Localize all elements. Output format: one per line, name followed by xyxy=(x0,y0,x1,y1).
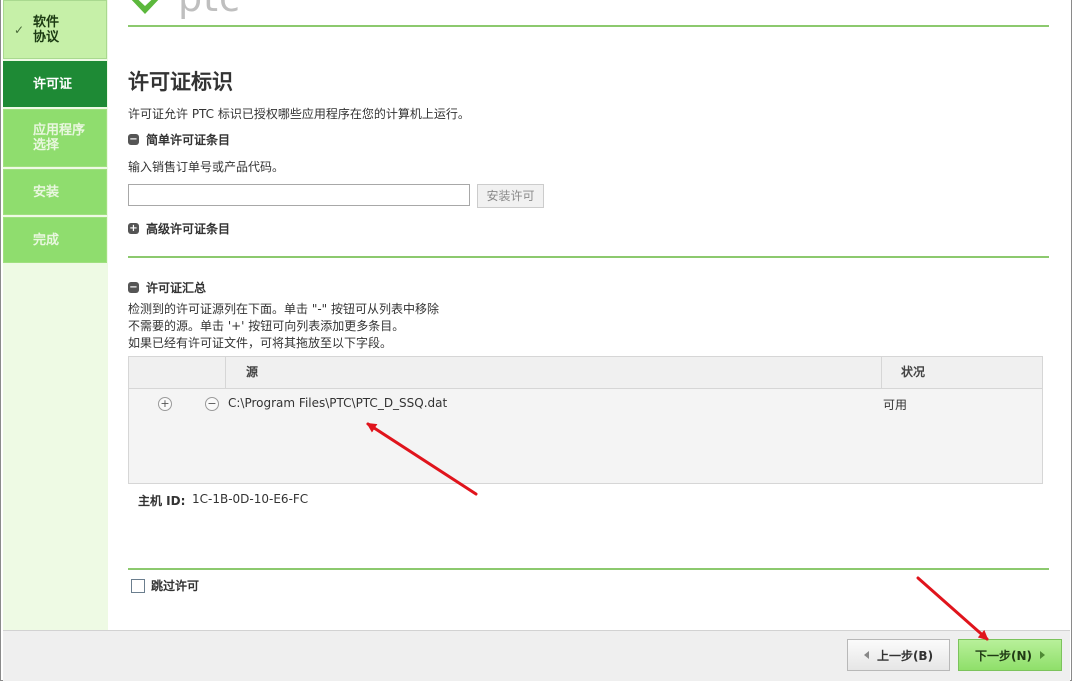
step-license-agreement[interactable]: ✓ 软件 协议 xyxy=(3,0,107,59)
section-title: 高级许可证条目 xyxy=(146,222,231,236)
column-divider xyxy=(225,357,226,388)
step-label: 安装 xyxy=(33,184,60,200)
collapse-icon: − xyxy=(128,134,139,145)
table-header: 源 状况 xyxy=(129,357,1042,389)
divider xyxy=(128,256,1049,258)
license-summary-section-toggle[interactable]: − 许可证汇总 xyxy=(128,279,206,296)
step-label: 完成 xyxy=(33,232,60,248)
chevron-left-icon xyxy=(863,651,869,659)
summary-line-3: 如果已经有许可证文件，可将其拖放至以下字段。 xyxy=(128,336,393,350)
back-button[interactable]: 上一步(B) xyxy=(847,639,950,671)
simple-license-hint: 输入销售订单号或产品代码。 xyxy=(128,160,285,174)
advanced-license-section-toggle[interactable]: + 高级许可证条目 xyxy=(128,220,230,237)
add-source-icon[interactable]: + xyxy=(158,397,172,411)
column-divider xyxy=(881,357,882,388)
divider xyxy=(128,25,1049,27)
skip-license-label[interactable]: 跳过许可 xyxy=(151,577,199,594)
host-id-label: 主机 ID: xyxy=(138,494,186,508)
source-status: 可用 xyxy=(883,398,908,412)
section-title: 简单许可证条目 xyxy=(146,133,231,147)
simple-license-section-toggle[interactable]: − 简单许可证条目 xyxy=(128,131,230,148)
step-label: 许可证 xyxy=(33,76,73,92)
expand-icon: + xyxy=(128,223,139,234)
summary-line-1: 检测到的许可证源列在下面。单击 "-" 按钮可从列表中移除 xyxy=(128,302,440,316)
check-icon: ✓ xyxy=(14,23,25,37)
summary-line-2: 不需要的源。单击 '+' 按钮可向列表添加更多条目。 xyxy=(128,319,405,333)
column-header-source[interactable]: 源 xyxy=(246,357,258,388)
column-header-status[interactable]: 状况 xyxy=(901,357,925,388)
page-title: 许可证标识 xyxy=(128,70,233,94)
collapse-icon: − xyxy=(128,282,139,293)
step-sidebar: ✓ 软件 协议 许可证 应用程序 选择 安装 完成 xyxy=(3,0,108,630)
license-code-input[interactable] xyxy=(128,184,470,206)
install-license-button[interactable]: 安装许可 xyxy=(477,184,544,208)
source-path: C:\Program Files\PTC\PTC_D_SSQ.dat xyxy=(228,396,448,410)
next-button-label: 下一步(N) xyxy=(974,648,1032,663)
step-finish: 完成 xyxy=(3,217,107,263)
license-source-table[interactable]: 源 状况 + − C:\Program Files\PTC\PTC_D_SSQ.… xyxy=(128,356,1043,484)
page-description: 许可证允许 PTC 标识已授权哪些应用程序在您的计算机上运行。 xyxy=(128,107,470,121)
step-label: 软件 协议 xyxy=(33,14,60,45)
divider xyxy=(128,568,1049,570)
step-app-selection: 应用程序 选择 xyxy=(3,109,107,167)
back-button-label: 上一步(B) xyxy=(876,648,934,663)
ptc-logo-text: ptc xyxy=(178,0,241,20)
host-id-value: 1C-1B-0D-10-E6-FC xyxy=(192,492,309,506)
skip-license-checkbox[interactable] xyxy=(131,579,145,593)
step-install: 安装 xyxy=(3,169,107,215)
step-label: 应用程序 选择 xyxy=(33,123,86,153)
chevron-right-icon xyxy=(1040,651,1045,659)
step-license[interactable]: 许可证 xyxy=(3,61,107,107)
ptc-logo-icon xyxy=(131,0,159,14)
next-button[interactable]: 下一步(N) xyxy=(958,639,1062,671)
section-title: 许可证汇总 xyxy=(146,281,207,295)
remove-source-icon[interactable]: − xyxy=(205,397,219,411)
